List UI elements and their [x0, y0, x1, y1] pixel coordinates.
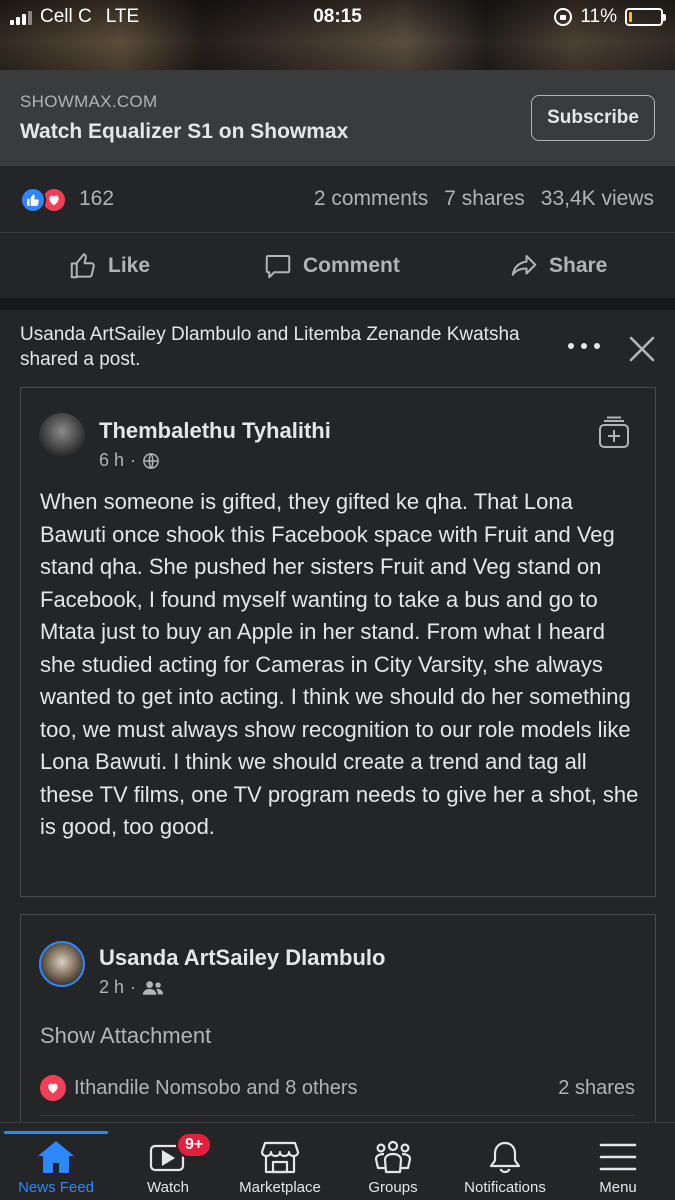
share-button[interactable]: Share: [509, 233, 607, 299]
original-post[interactable]: Thembalethu Tyhalithi 6 h · When someone…: [20, 387, 656, 897]
like-label: Like: [108, 254, 151, 277]
like-reaction-icon: [20, 187, 46, 213]
nav-marketplace[interactable]: Marketplace: [230, 1137, 330, 1199]
nav-label-news-feed: News Feed: [18, 1179, 94, 1196]
meta-separator: ·: [130, 450, 137, 470]
hamburger-icon: [596, 1137, 640, 1177]
status-right: 11%: [554, 6, 666, 28]
shared-post-card: Usanda ArtSailey Dlambulo and Litemba Ze…: [0, 310, 675, 1122]
reactions-summary: 162 2 comments 7 shares 33,4K views: [0, 166, 675, 232]
nav-notifications[interactable]: Notifications: [452, 1137, 558, 1199]
share-entry-divider: [40, 1115, 635, 1116]
nav-label-notifications: Notifications: [464, 1179, 546, 1196]
shop-icon: [258, 1137, 302, 1177]
nav-watch[interactable]: 9+ Watch: [123, 1132, 213, 1199]
nav-label-menu: Menu: [599, 1179, 637, 1196]
post-author[interactable]: Thembalethu Tyhalithi: [99, 418, 331, 444]
post-body-text: When someone is gifted, they gifted ke q…: [40, 489, 639, 839]
nav-groups[interactable]: Groups: [350, 1137, 436, 1199]
share-arrow-icon: [511, 255, 537, 276]
nav-label-groups: Groups: [368, 1179, 418, 1196]
video-icon: 9+: [146, 1132, 213, 1177]
share-reactions[interactable]: Ithandile Nomsobo and 8 others: [40, 1075, 358, 1101]
rotation-lock-icon: [554, 8, 573, 26]
share-meta-separator: ·: [130, 977, 137, 997]
reaction-icons[interactable]: [20, 187, 74, 213]
post-meta: 6 h ·: [99, 450, 160, 471]
shares-count[interactable]: 7 shares: [444, 187, 525, 211]
share-reactions-text: Ithandile Nomsobo and 8 others: [74, 1076, 358, 1099]
share-time[interactable]: 2 h: [99, 977, 124, 998]
close-icon[interactable]: [627, 334, 657, 364]
link-domain: SHOWMAX.COM: [20, 92, 158, 111]
status-bar: Cell C LTE 08:15 11%: [0, 0, 675, 34]
bell-icon: [483, 1137, 527, 1177]
engagement-stats: 2 comments 7 shares 33,4K views: [314, 187, 654, 211]
comment-icon: [265, 255, 291, 279]
friends-icon: [142, 980, 164, 995]
like-button[interactable]: Like: [68, 233, 150, 299]
watch-badge: 9+: [176, 1132, 213, 1158]
love-reaction-icon: [40, 1075, 66, 1101]
subscribe-button[interactable]: Subscribe: [531, 95, 655, 141]
nav-menu[interactable]: Menu: [578, 1137, 658, 1199]
comment-label: Comment: [303, 254, 400, 277]
save-to-collection-icon[interactable]: [597, 416, 631, 450]
sharer-name[interactable]: Usanda ArtSailey Dlambulo: [99, 945, 385, 971]
reaction-count[interactable]: 162: [79, 187, 114, 211]
thumbs-up-icon: [70, 253, 95, 279]
feed-divider: [0, 298, 675, 310]
views-count: 33,4K views: [540, 187, 654, 210]
share-entry-card[interactable]: Usanda ArtSailey Dlambulo 2 h · Show Att…: [20, 914, 656, 1122]
nav-label-marketplace: Marketplace: [239, 1179, 321, 1196]
show-attachment-link[interactable]: Show Attachment: [40, 1023, 211, 1049]
battery-icon: [625, 8, 666, 26]
share-label: Share: [549, 254, 608, 277]
nav-label-watch: Watch: [147, 1179, 189, 1196]
more-options-icon[interactable]: [568, 336, 600, 356]
battery-percent: 11%: [580, 6, 617, 27]
sharer-avatar[interactable]: [39, 941, 85, 987]
comment-button[interactable]: Comment: [263, 233, 400, 299]
nav-news-feed[interactable]: News Feed: [10, 1137, 102, 1199]
share-meta: 2 h ·: [99, 977, 164, 998]
link-preview[interactable]: SHOWMAX.COM Watch Equalizer S1 on Showma…: [0, 70, 675, 166]
home-icon: [34, 1137, 78, 1177]
active-tab-indicator: [4, 1131, 108, 1134]
share-entry-shares[interactable]: 2 shares: [558, 1077, 635, 1100]
link-title[interactable]: Watch Equalizer S1 on Showmax: [20, 120, 348, 144]
author-avatar[interactable]: [39, 413, 85, 459]
groups-icon: [371, 1137, 415, 1177]
post-action-bar: Like Comment Share: [0, 232, 675, 298]
comments-count[interactable]: 2 comments: [314, 187, 428, 211]
post-time[interactable]: 6 h: [99, 450, 124, 471]
globe-icon: [143, 452, 159, 469]
bottom-navigation: News Feed 9+ Watch Marketplace Groups No…: [0, 1122, 675, 1200]
shared-post-header[interactable]: Usanda ArtSailey Dlambulo and Litemba Ze…: [20, 322, 540, 372]
